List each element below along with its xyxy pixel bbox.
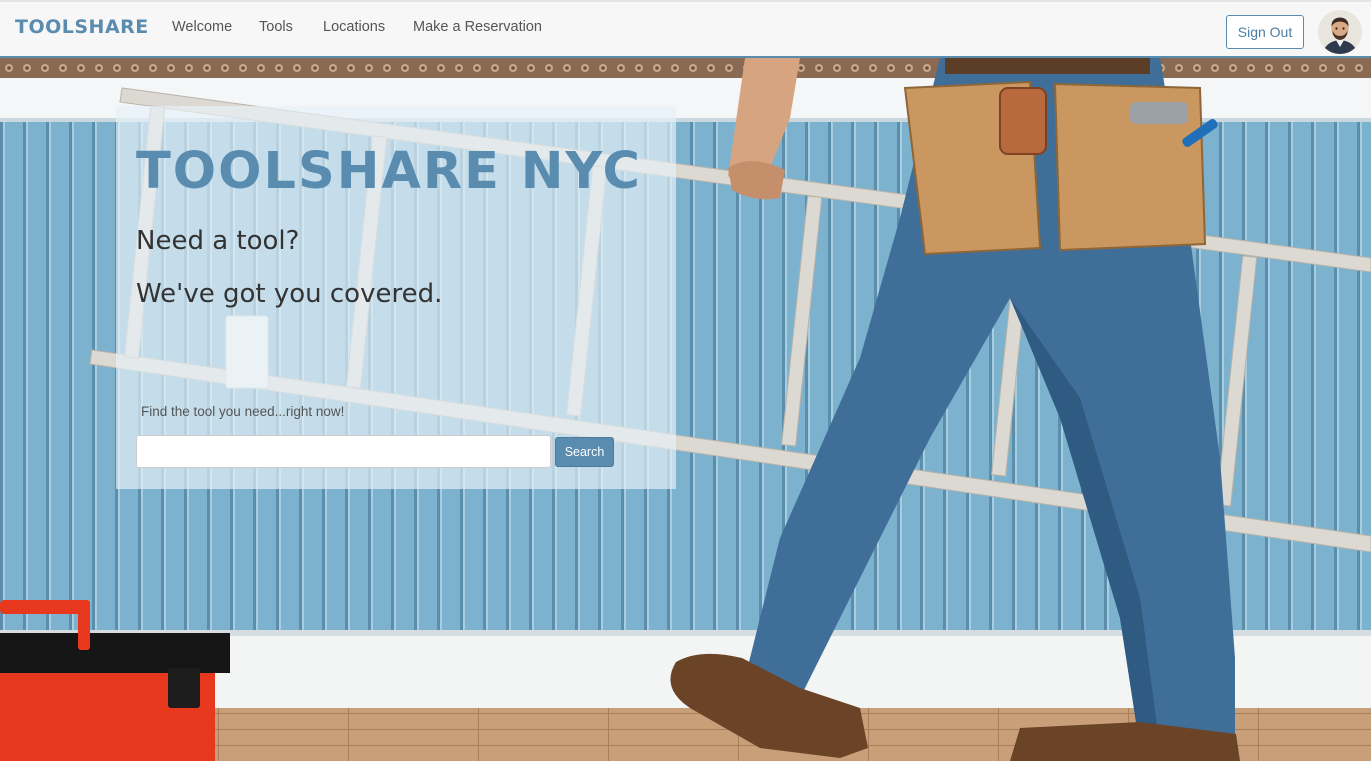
hero-title: TOOLSHARE NYC <box>136 142 642 201</box>
search-label: Find the tool you need...right now! <box>141 404 345 419</box>
hero-subtitle-answer: We've got you covered. <box>136 279 443 309</box>
nav-link-welcome[interactable]: Welcome <box>172 19 232 35</box>
sign-out-button[interactable]: Sign Out <box>1226 15 1304 49</box>
top-navbar: TOOLSHARE Welcome Tools Locations Make a… <box>0 0 1371 58</box>
nav-link-tools[interactable]: Tools <box>259 19 293 35</box>
tool-search-input[interactable] <box>136 435 551 468</box>
hero-subtitle-question: Need a tool? <box>136 226 300 256</box>
avatar-icon <box>1318 10 1362 54</box>
search-button[interactable]: Search <box>555 437 614 467</box>
nav-link-locations[interactable]: Locations <box>323 19 385 35</box>
user-avatar[interactable] <box>1318 10 1362 54</box>
hero-section: TOOLSHARE NYC Need a tool? We've got you… <box>0 58 1371 761</box>
hero-panel: TOOLSHARE NYC Need a tool? We've got you… <box>116 106 676 489</box>
nav-link-make-reservation[interactable]: Make a Reservation <box>413 19 542 35</box>
brand-logo[interactable]: TOOLSHARE <box>15 16 149 38</box>
